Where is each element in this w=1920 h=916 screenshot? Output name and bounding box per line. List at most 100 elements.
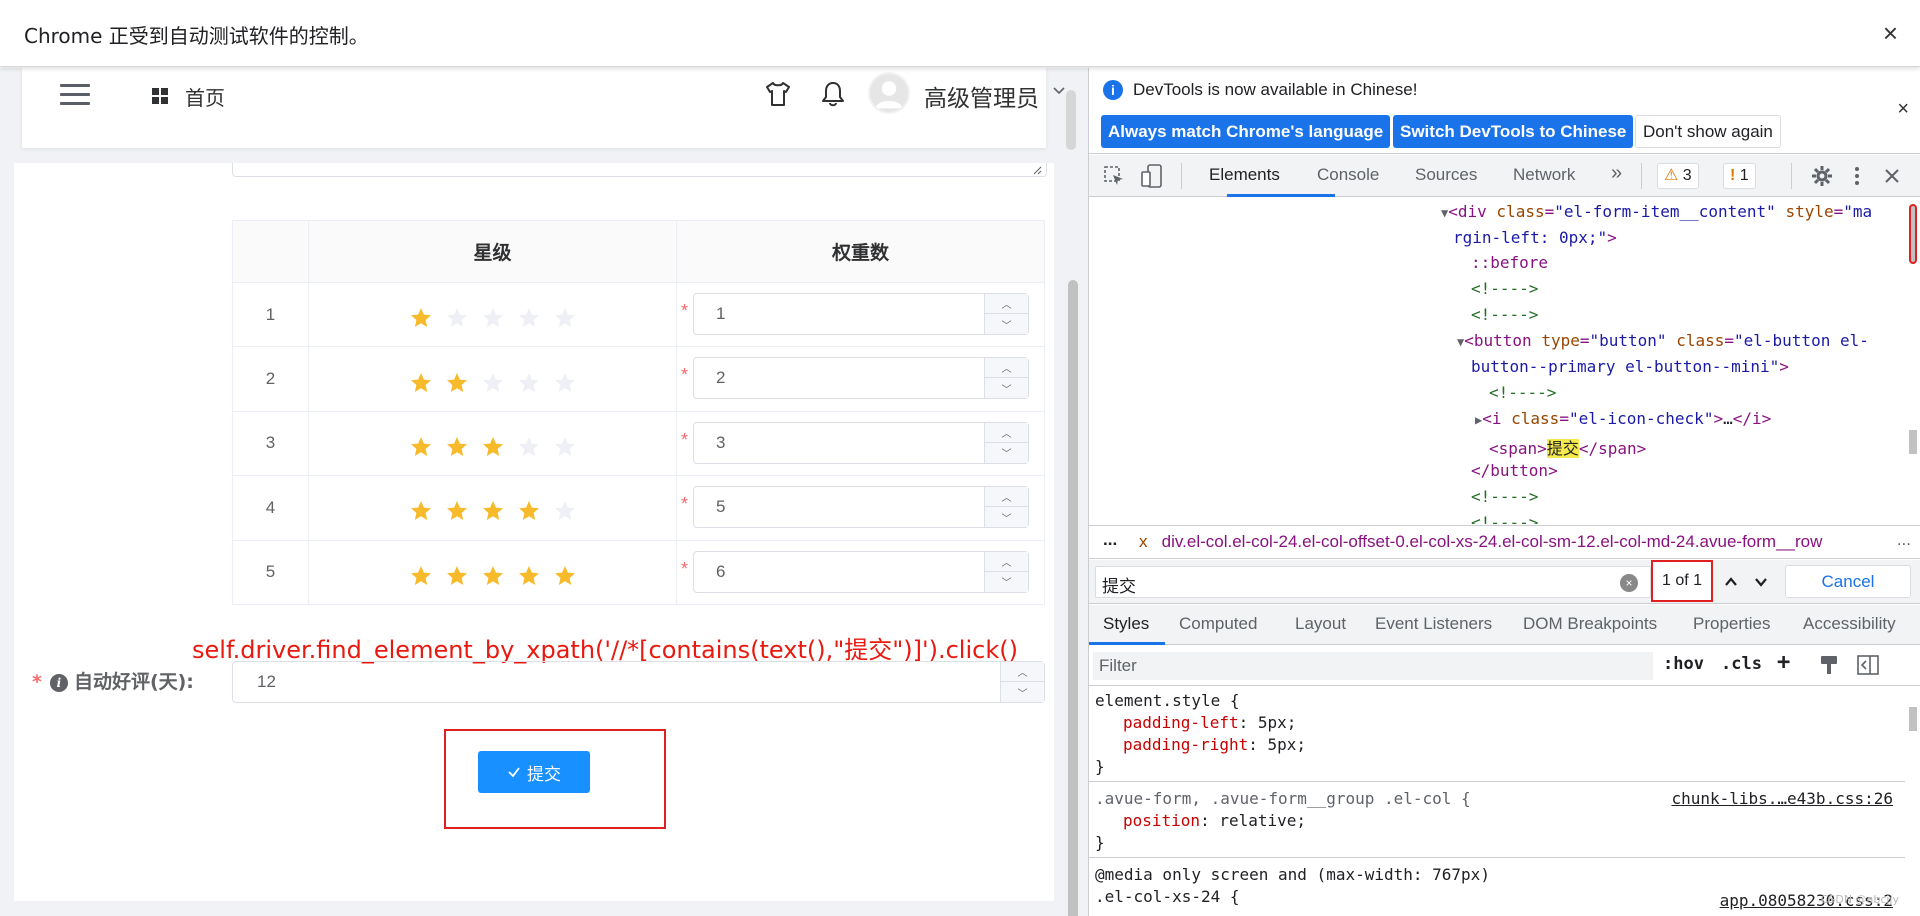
star-rating[interactable]	[308, 281, 677, 348]
submit-button[interactable]: 提交	[478, 751, 590, 793]
dom-node-before[interactable]: ::before	[1471, 253, 1548, 272]
close-devtools-icon[interactable]	[1883, 167, 1901, 185]
stepper-down-icon[interactable]: ﹀	[985, 314, 1028, 334]
more-tabs-icon[interactable]: »	[1611, 162, 1622, 185]
star-empty-icon[interactable]	[517, 371, 541, 395]
auto-review-days-input[interactable]: 12 ︿ ﹀	[232, 661, 1045, 703]
star-empty-icon[interactable]	[553, 435, 577, 459]
dom-node-div-cont[interactable]: rgin-left: 0px;">	[1453, 228, 1617, 247]
decl-padding-left[interactable]: padding-left: 5px;	[1123, 713, 1296, 732]
page-scrollbar-thumb[interactable]	[1068, 280, 1078, 916]
warnings-badge[interactable]: ⚠ 3	[1657, 163, 1699, 189]
star-filled-icon[interactable]	[481, 435, 505, 459]
weight-input[interactable]: 5 ︿ ﹀	[693, 486, 1029, 529]
star-filled-icon[interactable]	[517, 499, 541, 523]
resize-grip-icon[interactable]	[1032, 165, 1042, 175]
settings-gear-icon[interactable]	[1811, 165, 1833, 187]
star-filled-icon[interactable]	[481, 499, 505, 523]
cancel-search-button[interactable]: Cancel	[1785, 565, 1911, 598]
avatar[interactable]	[868, 72, 910, 114]
star-empty-icon[interactable]	[553, 306, 577, 330]
rule-col-xs-24-selector[interactable]: .el-col-xs-24 {	[1095, 887, 1240, 906]
subtab-styles[interactable]: Styles	[1103, 614, 1149, 634]
subtab-event-listeners[interactable]: Event Listeners	[1375, 614, 1492, 634]
styles-scrollbar-thumb[interactable]	[1909, 707, 1917, 731]
paint-brush-icon[interactable]	[1819, 654, 1839, 676]
star-filled-icon[interactable]	[553, 564, 577, 588]
rule-avue-form-selector[interactable]: .avue-form, .avue-form__group .el-col {	[1095, 789, 1471, 808]
stepper-up-icon[interactable]: ︿	[1001, 662, 1044, 682]
stepper-down-icon[interactable]: ﹀	[985, 572, 1028, 592]
decl-position[interactable]: position: relative;	[1123, 811, 1306, 830]
toggle-sidebar-icon[interactable]	[1857, 655, 1879, 675]
clear-search-icon[interactable]: ×	[1620, 574, 1638, 592]
star-rating[interactable]	[308, 475, 677, 541]
stepper-down-icon[interactable]: ﹀	[985, 507, 1028, 527]
star-empty-icon[interactable]	[481, 371, 505, 395]
decl-padding-right[interactable]: padding-right: 5px;	[1123, 735, 1306, 754]
stepper-up-icon[interactable]: ︿	[985, 423, 1028, 443]
weight-input[interactable]: 2 ︿ ﹀	[693, 357, 1029, 400]
dom-node-span[interactable]: <span>提交</span>	[1489, 435, 1646, 459]
issues-badge[interactable]: ! 1	[1723, 163, 1756, 189]
auto-review-days-value[interactable]: 12	[257, 672, 276, 692]
previous-match-icon[interactable]	[1719, 570, 1743, 594]
weight-value[interactable]: 6	[716, 562, 725, 582]
star-empty-icon[interactable]	[553, 499, 577, 523]
dom-comment[interactable]: <!---->	[1489, 383, 1556, 402]
star-empty-icon[interactable]	[517, 435, 541, 459]
tab-console[interactable]: Console	[1317, 165, 1379, 185]
dom-comment[interactable]: <!---->	[1471, 279, 1538, 298]
star-empty-icon[interactable]	[517, 306, 541, 330]
dom-comment[interactable]: <!---->	[1471, 487, 1538, 506]
infobar-close-button[interactable]: ×	[1883, 18, 1898, 49]
banner-close-button[interactable]: ×	[1897, 98, 1909, 121]
weight-stepper[interactable]: ︿ ﹀	[984, 422, 1028, 463]
device-toolbar-icon[interactable]	[1141, 164, 1163, 188]
match-language-button[interactable]: Always match Chrome's language	[1101, 115, 1391, 148]
breadcrumb-home[interactable]: 首页	[185, 82, 225, 111]
star-filled-icon[interactable]	[445, 564, 469, 588]
next-match-icon[interactable]	[1749, 570, 1773, 594]
stepper-up-icon[interactable]: ︿	[985, 358, 1028, 379]
stepper-up-icon[interactable]: ︿	[985, 552, 1028, 572]
dont-show-again-button[interactable]: Don't show again	[1635, 115, 1781, 148]
dom-comment[interactable]: <!---->	[1471, 305, 1538, 324]
star-empty-icon[interactable]	[445, 306, 469, 330]
rule-avue-form-source[interactable]: chunk-libs.…e43b.css:26	[1671, 789, 1893, 808]
weight-value[interactable]: 2	[716, 368, 725, 388]
media-query[interactable]: @media only screen and (max-width: 767px…	[1095, 865, 1490, 884]
rule-element-style[interactable]: element.style {	[1095, 691, 1240, 710]
weight-input[interactable]: 1 ︿ ﹀	[693, 293, 1029, 335]
stepper-up-icon[interactable]: ︿	[985, 294, 1028, 314]
bell-icon[interactable]	[820, 80, 846, 108]
subtab-computed[interactable]: Computed	[1179, 614, 1257, 634]
switch-chinese-button[interactable]: Switch DevTools to Chinese	[1393, 115, 1634, 148]
weight-stepper[interactable]: ︿ ﹀	[984, 551, 1028, 592]
inspect-element-icon[interactable]	[1103, 165, 1125, 187]
dom-comment[interactable]: <!---->	[1471, 513, 1538, 524]
star-empty-icon[interactable]	[553, 371, 577, 395]
weight-stepper[interactable]: ︿ ﹀	[984, 358, 1028, 399]
tab-network[interactable]: Network	[1513, 165, 1575, 185]
chevron-down-icon[interactable]	[1052, 84, 1066, 98]
star-filled-icon[interactable]	[409, 306, 433, 330]
dom-node-button-cont[interactable]: button--primary el-button--mini">	[1471, 357, 1789, 376]
textarea-bottom-edge[interactable]	[232, 163, 1047, 177]
star-rating[interactable]	[308, 346, 677, 412]
tab-sources[interactable]: Sources	[1415, 165, 1477, 185]
cls-toggle[interactable]: .cls	[1721, 654, 1762, 674]
star-filled-icon[interactable]	[445, 435, 469, 459]
subtab-accessibility[interactable]: Accessibility	[1803, 614, 1896, 634]
star-filled-icon[interactable]	[409, 435, 433, 459]
dom-node-div[interactable]: ▼<div class="el-form-item__content" styl…	[1441, 202, 1872, 221]
days-stepper[interactable]: ︿ ﹀	[1000, 662, 1044, 702]
subtab-layout[interactable]: Layout	[1295, 614, 1346, 634]
weight-value[interactable]: 1	[716, 304, 725, 324]
page-scrollbar[interactable]	[1068, 90, 1078, 916]
star-filled-icon[interactable]	[409, 371, 433, 395]
dom-node-button-close[interactable]: </button>	[1471, 461, 1558, 480]
styles-scrollbar[interactable]	[1905, 687, 1920, 916]
breadcrumb-ellipsis[interactable]: ...	[1103, 530, 1117, 550]
user-name[interactable]: 高级管理员	[924, 79, 1039, 113]
